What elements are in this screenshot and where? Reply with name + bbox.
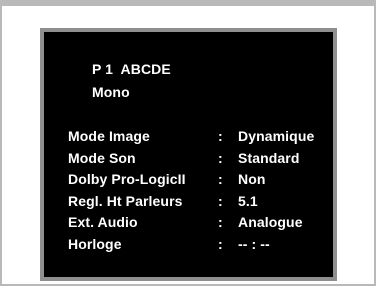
menu-value: 5.1: [238, 192, 258, 209]
menu-label: Horloge: [68, 235, 122, 252]
menu-separator: :: [218, 128, 223, 144]
menu-value: Non: [238, 171, 266, 188]
menu-separator: :: [218, 235, 223, 252]
channel-info: P 1 ABCDE: [92, 61, 171, 77]
osd-panel-border: P 1 ABCDE Mono Mode Image : Dynamique Mo…: [40, 28, 337, 281]
menu-value: Analogue: [238, 214, 303, 231]
menu-separator: :: [218, 192, 223, 209]
menu-value: Dynamique: [238, 128, 315, 144]
sound-mode-info: Mono: [92, 84, 130, 100]
menu-separator: :: [218, 214, 223, 231]
menu-separator: :: [218, 171, 223, 188]
menu-value: Standard: [238, 149, 300, 166]
menu-label: Mode Image: [68, 128, 150, 144]
menu-label: Regl. Ht Parleurs: [68, 192, 183, 209]
osd-panel: P 1 ABCDE Mono Mode Image : Dynamique Mo…: [44, 32, 333, 277]
menu-label: Dolby Pro-LogicII: [68, 171, 186, 188]
menu-label: Ext. Audio: [68, 214, 138, 231]
menu-label: Mode Son: [68, 149, 136, 166]
tv-screen-frame: P 1 ABCDE Mono Mode Image : Dynamique Mo…: [0, 0, 376, 286]
menu-separator: :: [218, 149, 223, 166]
menu-value: -- : --: [238, 235, 270, 252]
